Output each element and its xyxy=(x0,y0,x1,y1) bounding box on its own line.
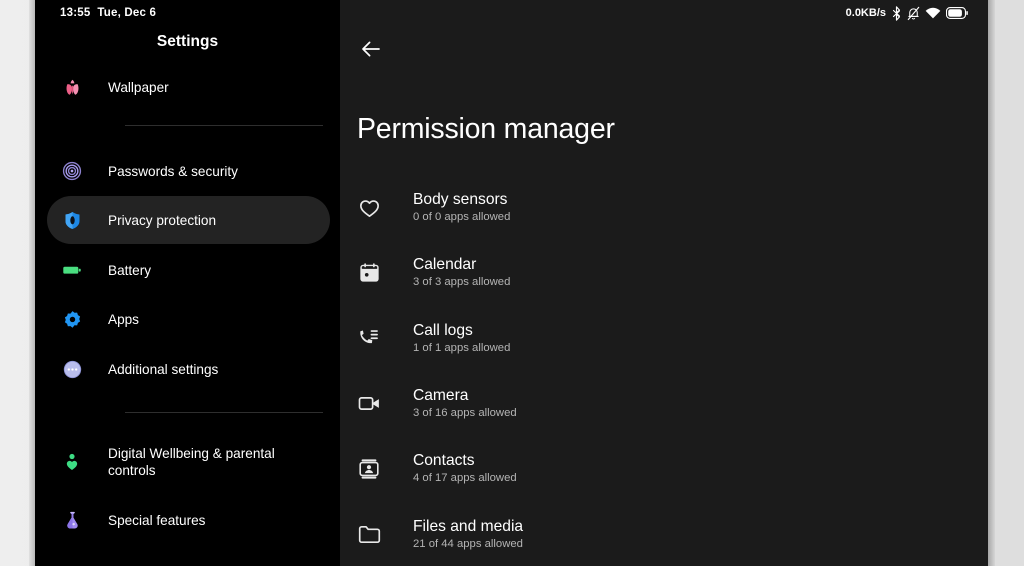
tulip-flower-icon xyxy=(55,70,89,104)
more-dots-circle-icon xyxy=(55,352,89,386)
permission-row-contacts[interactable]: Contacts 4 of 17 apps allowed xyxy=(340,436,988,501)
network-speed-label: 0.0KB/s xyxy=(845,7,886,19)
permission-name: Files and media xyxy=(413,517,524,535)
permission-row-body-sensors[interactable]: Body sensors 0 of 0 apps allowed xyxy=(340,175,988,240)
permission-status: 1 of 1 apps allowed xyxy=(413,341,511,354)
permission-row-files-and-media[interactable]: Files and media 21 of 44 apps allowed xyxy=(340,501,988,566)
sidebar-item-passwords-security[interactable]: Passwords & security xyxy=(47,152,330,190)
permission-name: Body sensors xyxy=(413,191,508,209)
permission-row-camera[interactable]: Camera 3 of 16 apps allowed xyxy=(340,371,988,436)
sidebar-divider-top xyxy=(125,125,323,126)
sidebar-item-wallpaper[interactable]: Wallpaper xyxy=(47,67,330,107)
permission-list: Body sensors 0 of 0 apps allowed Calenda… xyxy=(340,175,988,566)
sidebar-item-label: Battery xyxy=(108,262,152,278)
sidebar-item-label: Privacy protection xyxy=(108,212,217,228)
permission-row-call-logs[interactable]: Call logs 1 of 1 apps allowed xyxy=(340,306,988,371)
permission-status: 3 of 16 apps allowed xyxy=(413,407,517,420)
gear-apps-icon xyxy=(55,302,89,336)
camera-icon xyxy=(356,391,382,417)
privacy-shield-icon xyxy=(55,203,89,237)
permission-text: Call logs 1 of 1 apps allowed xyxy=(413,321,510,356)
permission-name: Contacts xyxy=(413,452,475,470)
ringer-muted-icon xyxy=(907,6,920,21)
permission-text: Contacts 4 of 17 apps allowed xyxy=(413,451,517,486)
sidebar-divider-bottom xyxy=(125,412,323,413)
permission-status: 3 of 3 apps allowed xyxy=(413,276,511,289)
sidebar-item-label: Passwords & security xyxy=(108,163,238,179)
permission-name: Call logs xyxy=(413,321,473,339)
sidebar-item-label: Digital Wellbeing & parental controls xyxy=(108,446,275,478)
device-screen: 13:55 Tue, Dec 6 Settings Wallpaper Pass… xyxy=(35,0,988,566)
permission-status: 0 of 0 apps allowed xyxy=(413,211,511,224)
permission-text: Camera 3 of 16 apps allowed xyxy=(413,386,517,421)
folder-icon xyxy=(356,521,382,547)
contacts-icon xyxy=(356,456,382,482)
sidebar-item-label: Wallpaper xyxy=(108,79,169,95)
sidebar-item-privacy-protection[interactable]: Privacy protection xyxy=(47,196,330,244)
settings-sidebar: 13:55 Tue, Dec 6 Settings Wallpaper Pass… xyxy=(35,0,340,566)
battery-icon xyxy=(946,7,968,19)
status-bar-left: 13:55 Tue, Dec 6 xyxy=(60,2,156,24)
permission-text: Body sensors 0 of 0 apps allowed xyxy=(413,190,510,225)
wellbeing-person-icon xyxy=(55,445,89,479)
permission-manager-panel: 0.0KB/s Permission manager Body sensors … xyxy=(340,0,988,566)
page-root: 13:55 Tue, Dec 6 Settings Wallpaper Pass… xyxy=(0,0,1024,566)
permission-name: Camera xyxy=(413,387,469,405)
battery-icon xyxy=(55,253,89,287)
sidebar-item-label: Additional settings xyxy=(108,361,219,377)
permission-status: 4 of 17 apps allowed xyxy=(413,472,517,485)
status-bar-right: 0.0KB/s xyxy=(846,2,968,24)
calendar-icon xyxy=(356,260,382,286)
sidebar-item-battery[interactable]: Battery xyxy=(47,251,330,289)
device-frame-right-edge xyxy=(988,0,995,566)
permission-status: 21 of 44 apps allowed xyxy=(413,537,523,550)
bluetooth-icon xyxy=(891,5,902,21)
status-bar-clock: 13:55 xyxy=(60,7,91,19)
permission-row-calendar[interactable]: Calendar 3 of 3 apps allowed xyxy=(340,240,988,305)
fingerprint-icon xyxy=(55,154,89,188)
page-title-permission-manager: Permission manager xyxy=(357,113,615,145)
back-arrow-icon xyxy=(362,41,380,57)
call-logs-icon xyxy=(356,325,382,351)
permission-name: Calendar xyxy=(413,256,477,274)
page-title-settings: Settings xyxy=(156,33,219,50)
back-button[interactable] xyxy=(354,33,388,65)
status-bar-date: Tue, Dec 6 xyxy=(97,7,157,19)
sidebar-item-apps[interactable]: Apps xyxy=(47,300,330,338)
wifi-icon xyxy=(925,7,941,20)
flask-icon xyxy=(55,503,89,537)
sidebar-item-digital-wellbeing[interactable]: Digital Wellbeing & parental controls xyxy=(47,440,330,484)
sidebar-item-special-features[interactable]: Special features xyxy=(47,501,330,539)
heart-icon xyxy=(356,195,382,221)
sidebar-item-label: Special features xyxy=(108,512,206,528)
sidebar-item-label: Apps xyxy=(108,311,139,327)
sidebar-item-additional-settings[interactable]: Additional settings xyxy=(47,350,330,388)
permission-text: Files and media 21 of 44 apps allowed xyxy=(413,517,523,552)
permission-text: Calendar 3 of 3 apps allowed xyxy=(413,255,510,290)
